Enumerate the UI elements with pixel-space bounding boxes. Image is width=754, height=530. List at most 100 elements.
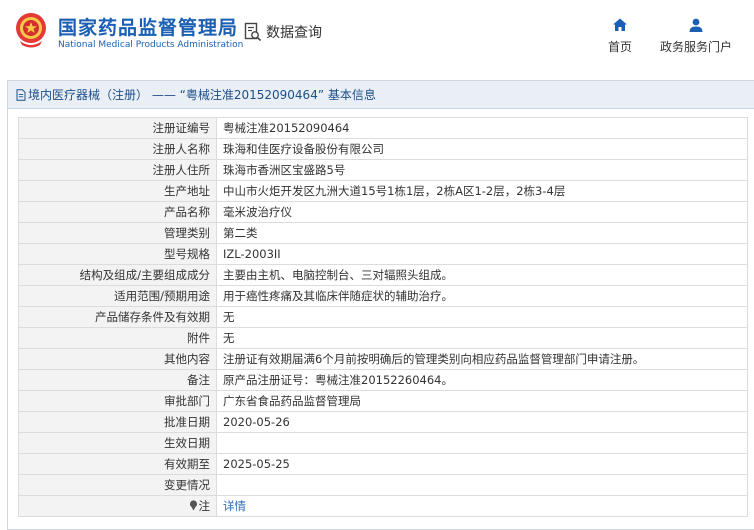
note-icon: [189, 500, 197, 511]
table-row: 生效日期: [18, 432, 748, 454]
field-value: 2020-05-26: [216, 411, 748, 433]
field-value-text: 2020-05-26: [223, 415, 290, 429]
field-label: 备注: [18, 369, 217, 391]
field-label-text: 管理类别: [164, 226, 210, 240]
field-label: 批准日期: [18, 411, 217, 433]
field-value: [216, 474, 748, 496]
field-value: 无: [216, 306, 748, 328]
table-row: 产品储存条件及有效期无: [18, 306, 748, 328]
field-label: 生效日期: [18, 432, 217, 454]
field-value-text: 主要由主机、电脑控制台、三对辐照头组成。: [223, 268, 453, 282]
field-label: 管理类别: [18, 222, 217, 244]
field-label: 有效期至: [18, 453, 217, 475]
field-value: 用于癌性疼痛及其临床伴随症状的辅助治疗。: [216, 285, 748, 307]
field-label-text: 有效期至: [164, 457, 210, 471]
field-label-text: 批准日期: [164, 415, 210, 429]
field-value-text: 毫米波治疗仪: [223, 205, 292, 219]
field-value: 2025-05-25: [216, 453, 748, 475]
nav-home-label: 首页: [607, 40, 632, 54]
field-value: 珠海和佳医疗设备股份有限公司: [216, 138, 748, 160]
table-row: 批准日期 2020-05-26: [18, 411, 748, 433]
field-value-text: IZL-2003II: [223, 247, 281, 261]
field-label: 适用范围/预期用途: [18, 285, 217, 307]
panel-title: 境内医疗器械（注册） —— “粤械注准20152090464” 基本信息: [28, 88, 376, 102]
field-value: 注册证有效期届满6个月前按明确后的管理类别向相应药品监督管理部门申请注册。: [216, 348, 748, 370]
field-label-text: 审批部门: [164, 394, 210, 408]
table-row: 注册人名称 珠海和佳医疗设备股份有限公司: [18, 138, 748, 160]
field-label-text: 型号规格: [164, 247, 210, 261]
field-value: 粤械注准20152090464: [216, 117, 748, 139]
data-query-link[interactable]: 数据查询: [244, 22, 322, 42]
field-value-text: 珠海和佳医疗设备股份有限公司: [223, 142, 384, 156]
table-row: 型号规格 IZL-2003II: [18, 243, 748, 265]
field-label-text: 注册人名称: [152, 142, 211, 156]
data-query-label: 数据查询: [266, 25, 322, 41]
field-label: 其他内容: [18, 348, 217, 370]
field-label: 注册人名称: [18, 138, 217, 160]
field-label: 产品储存条件及有效期: [18, 306, 217, 328]
field-value-text: 中山市火炬开发区九洲大道15号1栋1层，2栋A区1-2层，2栋3-4层: [223, 184, 566, 198]
field-label: 结构及组成/主要组成成分: [18, 264, 217, 286]
field-label-text: 附件: [187, 331, 210, 345]
field-value: 详情: [216, 495, 748, 517]
field-label-text: 产品名称: [164, 205, 210, 219]
table-row: 适用范围/预期用途 用于癌性疼痛及其临床伴随症状的辅助治疗。: [18, 285, 748, 307]
field-value-text: 无: [223, 331, 235, 345]
field-value: 毫米波治疗仪: [216, 201, 748, 223]
field-value: 无: [216, 327, 748, 349]
field-label-text: 生产地址: [164, 184, 210, 198]
field-value-text: 广东省食品药品监督管理局: [223, 394, 361, 408]
field-value-text: 原产品注册证号：粤械注准20152260464。: [223, 373, 453, 387]
table-row: 其他内容 注册证有效期届满6个月前按明确后的管理类别向相应药品监督管理部门申请注册…: [18, 348, 748, 370]
field-value-text: 用于癌性疼痛及其临床伴随症状的辅助治疗。: [223, 289, 453, 303]
field-value-text: 珠海市香洲区宝盛路5号: [223, 163, 346, 177]
nav-home[interactable]: 首页: [603, 17, 637, 55]
field-label: 产品名称: [18, 201, 217, 223]
table-row: 附件无: [18, 327, 748, 349]
table-row: 有效期至 2025-05-25: [18, 453, 748, 475]
field-label: 注册证编号: [18, 117, 217, 139]
field-label: 注册人住所: [18, 159, 217, 181]
field-value-text: 注册证有效期届满6个月前按明确后的管理类别向相应药品监督管理部门申请注册。: [223, 352, 645, 366]
field-label-text: 适用范围/预期用途: [114, 289, 210, 303]
field-label: 型号规格: [18, 243, 217, 265]
nav-service-portal[interactable]: 政务服务门户: [656, 17, 736, 55]
table-row: 注详情: [18, 495, 748, 517]
registration-info-table: 注册证编号 粤械注准20152090464 注册人名称 珠海和佳医疗设备股份有限公司注…: [18, 117, 748, 517]
table-row: 生产地址 中山市火炬开发区九洲大道15号1栋1层，2栋A区1-2层，2栋3-4层: [18, 180, 748, 202]
details-link[interactable]: 详情: [223, 499, 246, 513]
field-value-text: 粤械注准20152090464: [223, 121, 350, 135]
field-label-text: 注册人住所: [152, 163, 211, 177]
field-value: 中山市火炬开发区九洲大道15号1栋1层，2栋A区1-2层，2栋3-4层: [216, 180, 748, 202]
field-value: 珠海市香洲区宝盛路5号: [216, 159, 748, 181]
table-row: 产品名称 毫米波治疗仪: [18, 201, 748, 223]
detail-panel: 境内医疗器械（注册） —— “粤械注准20152090464” 基本信息 注册证…: [7, 80, 754, 530]
field-label: 审批部门: [18, 390, 217, 412]
field-value-text: 2025-05-25: [223, 457, 290, 471]
field-label-text: 变更情况: [164, 478, 210, 492]
field-value-text: 第二类: [223, 226, 258, 240]
field-label: 生产地址: [18, 180, 217, 202]
field-value: 原产品注册证号：粤械注准20152260464。: [216, 369, 748, 391]
field-value: [216, 432, 748, 454]
field-value: IZL-2003II: [216, 243, 748, 265]
field-value: 第二类: [216, 222, 748, 244]
document-icon: [16, 88, 26, 101]
field-value: 主要由主机、电脑控制台、三对辐照头组成。: [216, 264, 748, 286]
table-row: 备注 原产品注册证号：粤械注准20152260464。: [18, 369, 748, 391]
table-row: 结构及组成/主要组成成分 主要由主机、电脑控制台、三对辐照头组成。: [18, 264, 748, 286]
field-label-text: 备注: [187, 373, 210, 387]
field-value: 广东省食品药品监督管理局: [216, 390, 748, 412]
field-label-text: 注: [198, 499, 211, 513]
national-emblem-icon: [16, 13, 46, 48]
field-label: 注: [18, 495, 217, 517]
panel-title-bar: 境内医疗器械（注册） —— “粤械注准20152090464” 基本信息: [8, 81, 754, 109]
nav-service-label: 政务服务门户: [659, 40, 732, 54]
field-label-text: 其他内容: [164, 352, 210, 366]
brand-title-en: National Medical Products Administration: [58, 40, 244, 50]
user-icon: [689, 18, 703, 32]
field-label-text: 结构及组成/主要组成成分: [79, 268, 210, 282]
field-label-text: 生效日期: [164, 436, 210, 450]
table-row: 审批部门 广东省食品药品监督管理局: [18, 390, 748, 412]
field-label: 附件: [18, 327, 217, 349]
